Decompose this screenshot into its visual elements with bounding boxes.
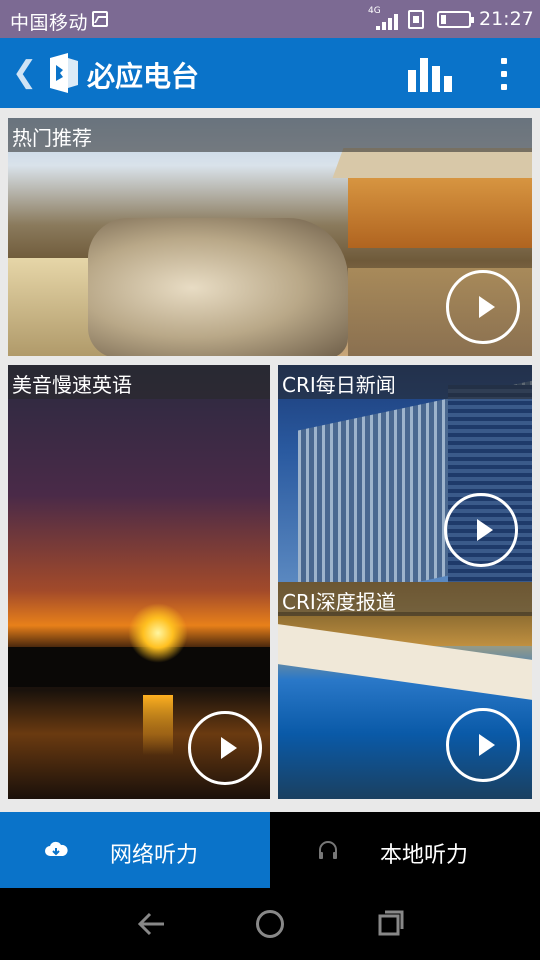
cloud-icon — [45, 841, 68, 856]
battery-icon — [437, 11, 474, 28]
card-label: 美音慢速英语 — [12, 373, 132, 397]
card-label-band: 热门推荐 — [8, 118, 532, 152]
card-hot-recommend[interactable]: 热门推荐 — [8, 118, 532, 356]
status-bar: 中国移动 4G 21:27 — [0, 0, 540, 38]
stats-bars-icon[interactable] — [404, 56, 456, 92]
back-arrow-icon[interactable]: ❮ — [12, 56, 37, 90]
image-notification-icon — [92, 11, 108, 27]
clock: 21:27 — [479, 8, 534, 30]
card-label: CRI每日新闻 — [282, 373, 396, 397]
headphones-icon — [319, 841, 337, 859]
nav-back-icon[interactable] — [136, 910, 166, 938]
signal-icon — [376, 14, 398, 30]
tab-label: 网络听力 — [110, 843, 199, 868]
card-cri-daily-news[interactable]: CRI每日新闻 — [278, 365, 532, 582]
tab-online-listening[interactable]: 网络听力 — [0, 812, 270, 888]
play-icon[interactable] — [444, 493, 518, 567]
carrier-name: 中国移动 — [10, 12, 89, 34]
card-label: 热门推荐 — [12, 126, 92, 150]
more-vertical-icon[interactable] — [490, 54, 518, 94]
card-label-band: CRI深度报道 — [278, 582, 532, 616]
card-slow-english[interactable]: 美音慢速英语 — [8, 365, 270, 799]
play-icon[interactable] — [188, 711, 262, 785]
content-grid: 热门推荐 美音慢速英语 CRI每日新闻 CRI深度报道 — [0, 108, 540, 812]
card-cri-in-depth[interactable]: CRI深度报道 — [278, 582, 532, 799]
app-title: 必应电台 — [87, 60, 200, 93]
card-label-band: 美音慢速英语 — [8, 365, 270, 399]
card-label: CRI深度报道 — [282, 590, 396, 614]
sim-icon — [408, 10, 424, 29]
card-image-sun — [128, 603, 188, 663]
nav-home-icon[interactable] — [256, 910, 284, 938]
app-bar: ❮ 必应电台 — [0, 38, 540, 108]
tab-local-listening[interactable]: 本地听力 — [270, 812, 540, 888]
card-image-reflection — [143, 695, 173, 755]
battery-level — [441, 15, 446, 24]
bottom-nav: 网络听力 本地听力 — [0, 812, 540, 888]
system-nav-bar — [0, 888, 540, 960]
card-image-rocks — [88, 218, 348, 356]
tab-label: 本地听力 — [380, 843, 469, 868]
play-icon[interactable] — [446, 270, 520, 344]
app-logo-icon — [50, 53, 78, 93]
card-image-roof — [332, 148, 532, 178]
play-icon[interactable] — [446, 708, 520, 782]
nav-recent-apps-icon[interactable] — [378, 910, 404, 936]
card-label-band: CRI每日新闻 — [278, 365, 532, 399]
